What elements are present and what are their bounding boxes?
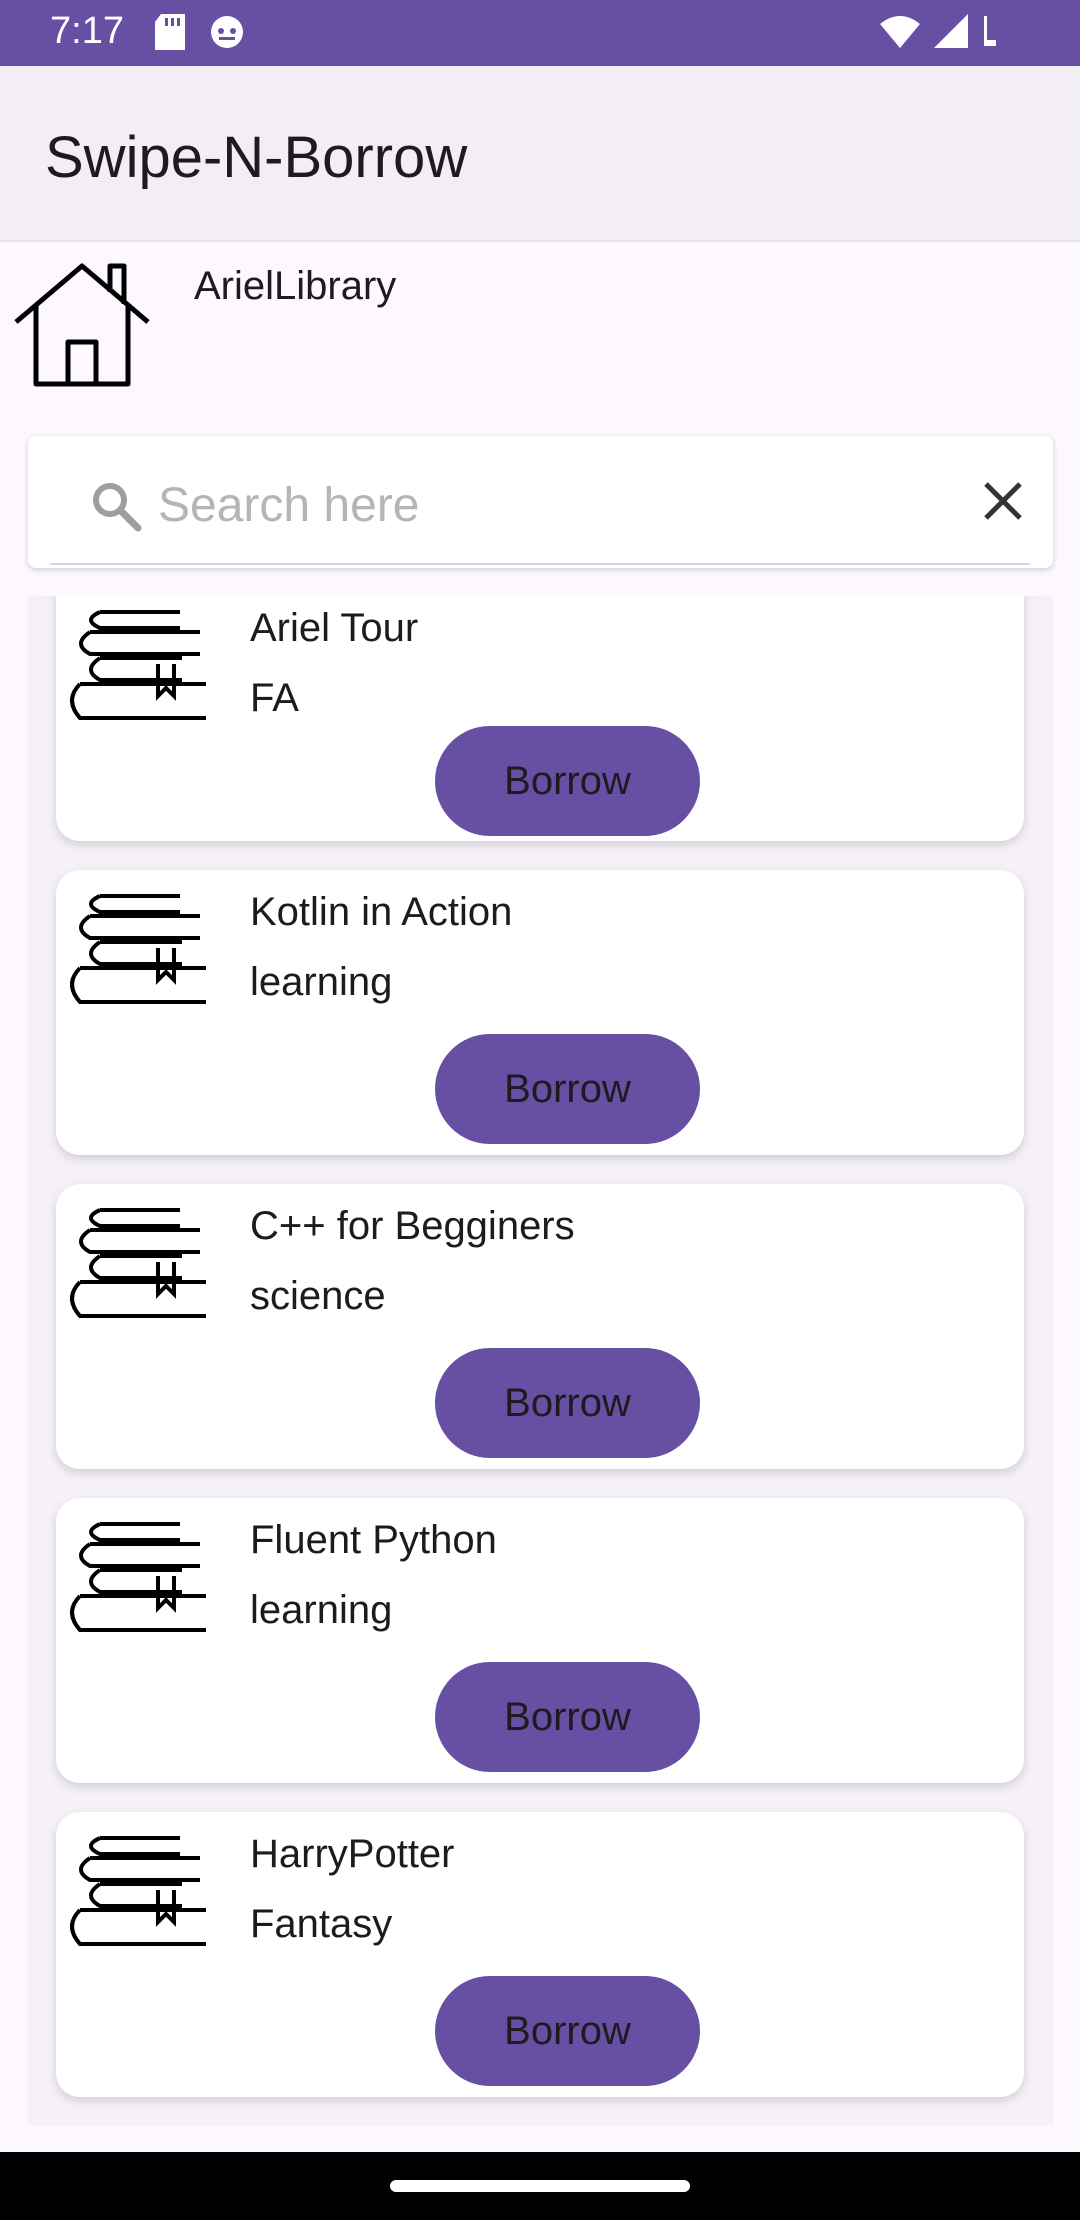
book-title: Kotlin in Action xyxy=(250,890,513,934)
library-header: ArielLibrary xyxy=(0,242,1080,422)
borrow-button[interactable]: Borrow xyxy=(435,726,700,836)
books-icon xyxy=(70,1522,206,1632)
book-category: learning xyxy=(250,960,393,1004)
book-card: Fluent Python learning Borrow xyxy=(56,1498,1024,1783)
navigation-bar xyxy=(0,2152,1080,2220)
borrow-button[interactable]: Borrow xyxy=(435,1034,700,1144)
search-underline xyxy=(50,563,1030,565)
borrow-button[interactable]: Borrow xyxy=(435,1976,700,2086)
search-icon xyxy=(93,483,142,532)
books-icon xyxy=(70,894,206,1004)
home-icon xyxy=(14,263,150,387)
book-title: HarryPotter xyxy=(250,1832,455,1876)
status-right-icons xyxy=(880,14,1000,48)
status-bar: 7:17 xyxy=(0,0,1080,66)
book-title: Fluent Python xyxy=(250,1518,497,1562)
books-icon xyxy=(70,610,206,720)
close-icon[interactable] xyxy=(978,476,1028,526)
borrow-button[interactable]: Borrow xyxy=(435,1348,700,1458)
library-name: ArielLibrary xyxy=(194,264,397,308)
app-bar: Swipe-N-Borrow xyxy=(0,66,1080,242)
book-category: Fantasy xyxy=(250,1902,393,1946)
android-debug-icon xyxy=(211,16,243,48)
wifi-icon xyxy=(880,16,920,48)
book-title: C++ for Begginers xyxy=(250,1204,575,1248)
books-icon xyxy=(70,1208,206,1318)
search-input[interactable]: Search here xyxy=(158,478,420,533)
signal-icon xyxy=(934,14,968,48)
status-left-icons xyxy=(155,14,245,50)
book-card: HarryPotter Fantasy Borrow xyxy=(56,1812,1024,2097)
app-title: Swipe-N-Borrow xyxy=(45,125,468,190)
status-time: 7:17 xyxy=(50,10,124,52)
sd-card-icon xyxy=(155,14,185,50)
book-category: science xyxy=(250,1274,386,1318)
borrow-button[interactable]: Borrow xyxy=(435,1662,700,1772)
books-icon xyxy=(70,1836,206,1946)
home-gesture-handle[interactable] xyxy=(390,2180,690,2192)
book-title: Ariel Tour xyxy=(250,606,419,650)
search-bar[interactable]: Search here xyxy=(28,436,1053,568)
book-card: Kotlin in Action learning Borrow xyxy=(56,870,1024,1155)
book-list[interactable]: Ariel Tour FA Borrow Kotlin in Action le… xyxy=(28,596,1053,2126)
book-category: learning xyxy=(250,1588,393,1632)
book-card: Ariel Tour FA Borrow xyxy=(56,596,1024,841)
book-card: C++ for Begginers science Borrow xyxy=(56,1184,1024,1469)
book-category: FA xyxy=(250,676,299,720)
battery-icon xyxy=(984,16,996,46)
